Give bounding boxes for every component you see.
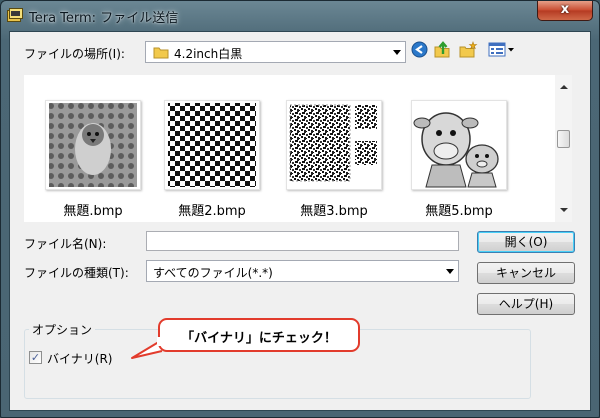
window-title: Tera Term: ファイル送信 <box>29 11 179 26</box>
filetype-value: すべてのファイル(*.*) <box>153 266 273 280</box>
binary-checkbox-label[interactable]: バイナリ(R) <box>47 350 112 367</box>
file-item[interactable]: 無題3.bmp <box>286 100 382 225</box>
annotation-callout: 「バイナリ」にチェック！ <box>158 318 360 352</box>
location-dropdown[interactable]: 4.2inch白黒 <box>145 41 406 63</box>
binary-checkbox[interactable]: ✓ <box>29 351 42 364</box>
options-group-title: オプション <box>29 321 96 338</box>
file-list-view[interactable]: 無題.bmp 無題2.bmp 無題3.bmp 無題5.bmp <box>24 75 572 222</box>
close-icon: x <box>560 2 570 17</box>
file-name: 無題5.bmp <box>425 204 493 219</box>
file-name: 無題.bmp <box>63 204 123 219</box>
new-folder-icon[interactable] <box>459 41 478 58</box>
back-icon[interactable] <box>411 41 428 58</box>
filetype-dropdown[interactable]: すべてのファイル(*.*) <box>146 260 459 282</box>
file-thumbnail <box>45 100 141 190</box>
file-name: 無題3.bmp <box>300 204 368 219</box>
folder-icon <box>153 47 169 59</box>
file-thumbnail <box>164 100 260 190</box>
annotation-text: 「バイナリ」にチェック！ <box>181 331 337 346</box>
file-thumbnail <box>411 100 507 190</box>
file-item[interactable]: 無題.bmp <box>45 100 141 225</box>
callout-joint <box>157 337 161 346</box>
dialog-client-area: ファイルの場所(I): 4.2inch白黒 無題.bmp 無題2.bmp 無題3… <box>9 31 591 411</box>
file-item[interactable]: 無題2.bmp <box>164 100 260 225</box>
filename-label: ファイル名(N): <box>24 237 107 251</box>
file-name: 無題2.bmp <box>178 204 246 219</box>
scroll-down-icon[interactable] <box>560 208 568 212</box>
up-folder-icon[interactable] <box>434 41 451 58</box>
cancel-button[interactable]: キャンセル <box>477 262 575 284</box>
scroll-up-icon[interactable] <box>560 85 568 89</box>
file-list-scrollbar[interactable] <box>555 75 572 222</box>
location-label: ファイルの場所(I): <box>24 47 125 61</box>
title-bar[interactable]: Tera Term: ファイル送信 x <box>1 1 599 31</box>
file-send-dialog: Tera Term: ファイル送信 x ファイルの場所(I): 4.2inch白… <box>0 0 600 418</box>
help-button[interactable]: ヘルプ(H) <box>477 293 575 315</box>
location-value: 4.2inch白黒 <box>174 47 243 61</box>
close-button[interactable]: x <box>537 1 593 21</box>
file-item[interactable]: 無題5.bmp <box>411 100 507 225</box>
checkmark-icon: ✓ <box>30 351 41 364</box>
chevron-down-icon <box>446 269 454 274</box>
view-menu-icon[interactable] <box>488 41 516 58</box>
filetype-label: ファイルの種類(T): <box>24 266 129 280</box>
tera-term-app-icon <box>7 8 23 22</box>
open-button[interactable]: 開く(O) <box>477 231 575 253</box>
file-thumbnail <box>286 100 382 190</box>
chevron-down-icon <box>393 50 401 55</box>
filename-input[interactable] <box>146 231 459 251</box>
scrollbar-thumb[interactable] <box>557 130 570 148</box>
